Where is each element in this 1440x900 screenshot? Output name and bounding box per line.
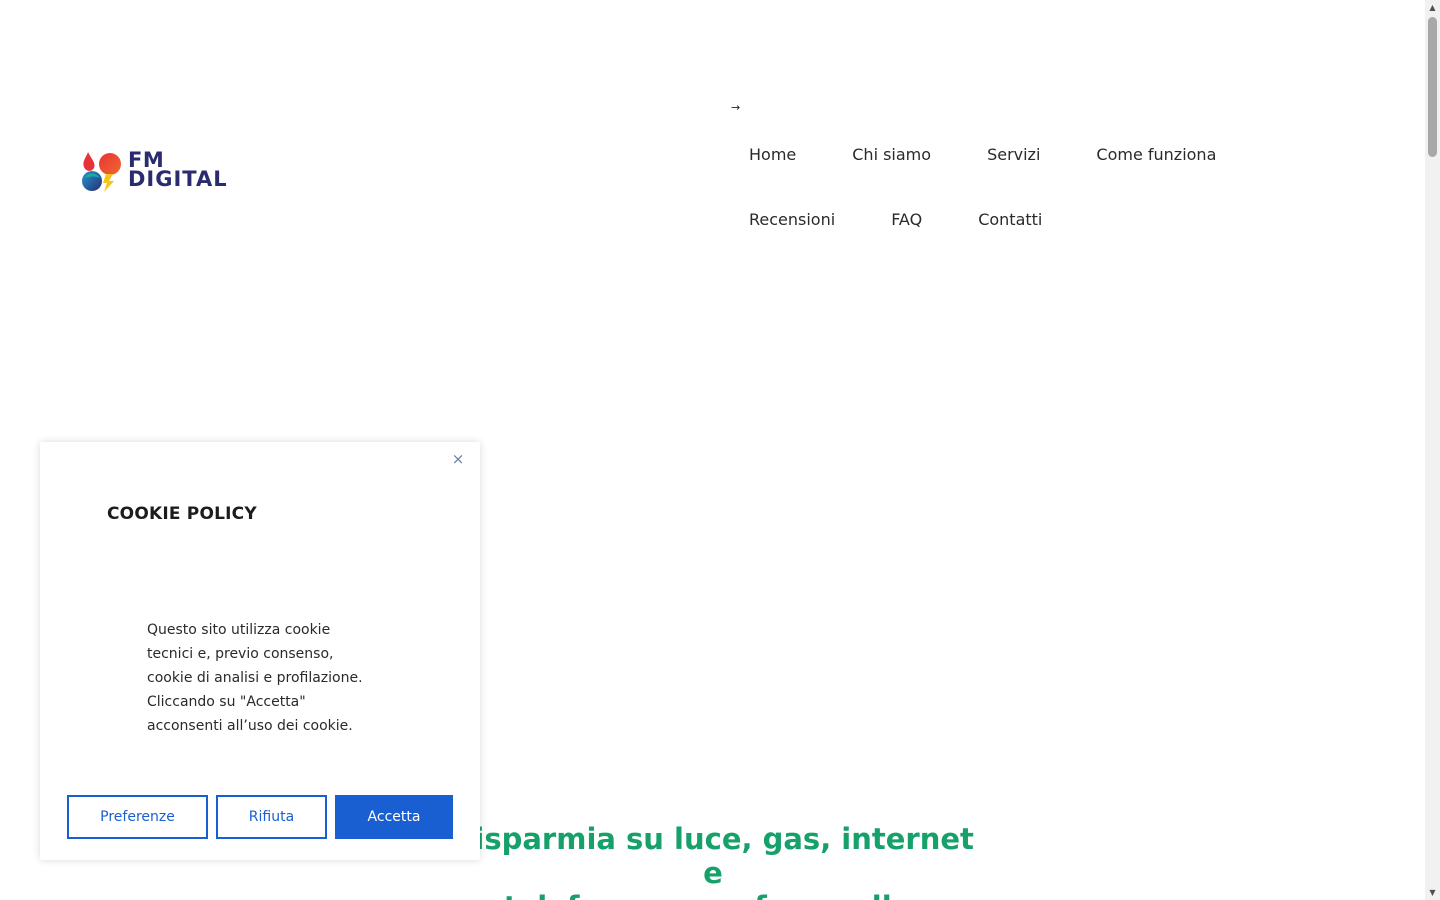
- fm-digital-logo-icon: [82, 152, 121, 192]
- nav-row-1: Home Chi siamo Servizi Come funziona: [749, 140, 1269, 168]
- hero-heading-line-1: Risparmia su luce, gas, internet e: [452, 822, 974, 890]
- scrollbar-thumb[interactable]: [1428, 17, 1437, 157]
- arrow-right-icon: →: [731, 101, 741, 114]
- cookie-banner: × COOKIE POLICY Questo sito utilizza coo…: [40, 442, 480, 860]
- vertical-scrollbar[interactable]: ▲ ▼: [1425, 0, 1440, 900]
- nav-item-chi-siamo[interactable]: Chi siamo: [852, 145, 931, 164]
- cookie-actions: Preferenze Rifiuta Accetta: [67, 795, 453, 839]
- page: FM DIGITAL → Home Chi siamo Servizi Come…: [0, 0, 1440, 900]
- logo-wordmark: FM DIGITAL: [128, 149, 228, 192]
- nav-item-contatti[interactable]: Contatti: [978, 210, 1042, 229]
- preferences-button[interactable]: Preferenze: [67, 795, 208, 839]
- hero-heading: Risparmia su luce, gas, internet e telef…: [450, 822, 976, 900]
- nav-item-faq[interactable]: FAQ: [891, 210, 922, 229]
- nav-item-come-funziona[interactable]: Come funziona: [1096, 145, 1216, 164]
- nav-row-2: Recensioni FAQ Contatti: [749, 205, 1269, 233]
- site-logo[interactable]: FM DIGITAL: [80, 148, 250, 194]
- nav-item-home[interactable]: Home: [749, 145, 796, 164]
- scroll-down-icon[interactable]: ▼: [1425, 885, 1440, 900]
- main-nav: Home Chi siamo Servizi Come funziona Rec…: [749, 140, 1269, 270]
- accept-button[interactable]: Accetta: [335, 795, 453, 839]
- cookie-title: COOKIE POLICY: [107, 504, 257, 524]
- hero-heading-line-2: telefono senza fare nulla.: [504, 890, 922, 900]
- reject-button[interactable]: Rifiuta: [216, 795, 327, 839]
- close-icon[interactable]: ×: [450, 451, 466, 467]
- scroll-up-icon[interactable]: ▲: [1425, 0, 1440, 15]
- nav-item-recensioni[interactable]: Recensioni: [749, 210, 835, 229]
- cookie-description: Questo sito utilizza cookie tecnici e, p…: [147, 622, 363, 734]
- nav-item-servizi[interactable]: Servizi: [987, 145, 1040, 164]
- logo-line-2: DIGITAL: [128, 167, 228, 192]
